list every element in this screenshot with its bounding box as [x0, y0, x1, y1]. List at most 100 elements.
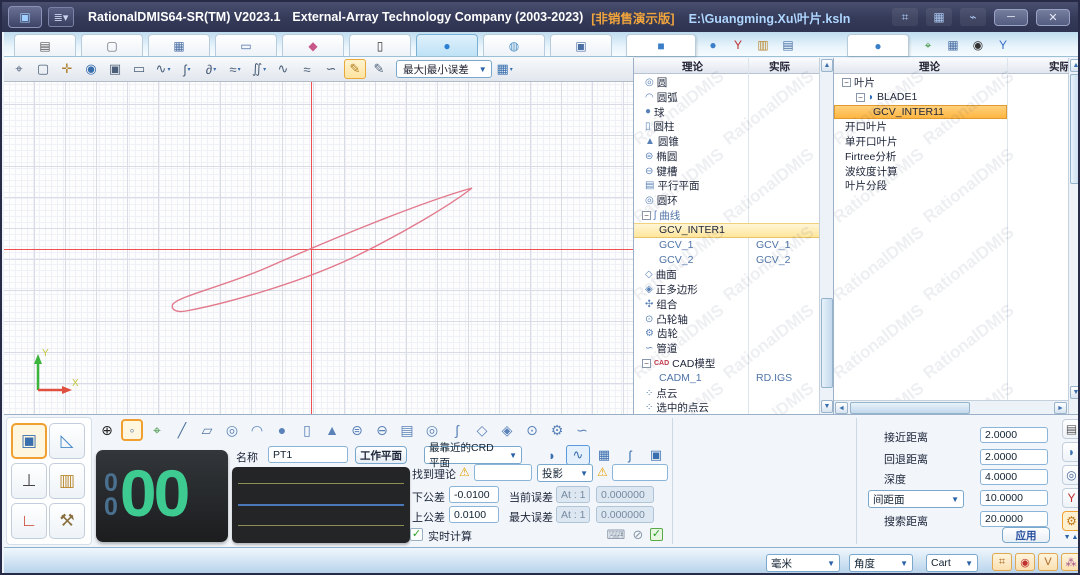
wave-1-icon[interactable]: ∿ — [272, 59, 294, 79]
scroll-left-icon[interactable]: ◄ — [835, 402, 848, 414]
tree-item[interactable]: ◈正多边形 — [634, 282, 819, 297]
polygon-feature-icon[interactable]: ◈ — [496, 419, 518, 441]
slot-feature-icon[interactable]: ⊖ — [371, 419, 393, 441]
tab-sphere-small-icon[interactable]: ● — [701, 34, 725, 56]
plane-feature-icon[interactable]: ▱ — [196, 419, 218, 441]
pen-highlight-icon[interactable]: ✎ — [344, 59, 366, 79]
tree-item-label[interactable]: 圆锥 — [658, 134, 679, 149]
tree-item[interactable]: ◠圆弧 — [634, 90, 819, 105]
scan-closed-icon[interactable]: ∂▾ — [200, 59, 222, 79]
tree-item-label[interactable]: 选中的点云 — [656, 400, 709, 414]
tab-monitor-sphere-icon[interactable]: ▣ — [550, 34, 612, 56]
name-input[interactable]: PT1 — [268, 446, 348, 463]
tree-item-label[interactable]: GCV_1 — [659, 239, 693, 251]
find-input[interactable] — [474, 464, 532, 481]
auto-probe-feature-icon[interactable]: ⊕ — [96, 419, 118, 441]
param-input[interactable]: 4.0000 — [980, 469, 1048, 485]
tree-item-label[interactable]: 单开口叶片 — [845, 134, 898, 149]
collapse-arrows-icon[interactable]: ▼▲ — [1064, 534, 1080, 541]
tree-item[interactable]: ▯圆柱 — [634, 119, 819, 134]
parallel-planes-feature-icon[interactable]: ▤ — [396, 419, 418, 441]
scroll-up-icon[interactable]: ▲ — [1070, 59, 1080, 72]
tree-item[interactable]: −CADCAD模型 — [634, 356, 819, 371]
report-icon[interactable]: ⌨ — [606, 527, 626, 543]
tab-sphere-round-icon[interactable]: ● — [847, 34, 909, 56]
tab-document-icon[interactable]: ▢ — [81, 34, 143, 56]
eye-view-icon[interactable]: ◉ — [80, 59, 102, 79]
dropdown-arrow-icon[interactable]: ▾ — [263, 66, 266, 73]
snap-grid-icon[interactable]: ⌗ — [992, 553, 1012, 571]
blade-panel-icon[interactable]: ▣ — [644, 445, 668, 465]
tree-item-actual[interactable]: RD.IGS — [756, 372, 792, 384]
pen-2-icon[interactable]: ✎ — [368, 59, 390, 79]
line-feature-icon[interactable]: ╱ — [171, 419, 193, 441]
tab-device-icon[interactable]: ▯ — [349, 34, 411, 56]
horizontal-scrollbar[interactable]: ◄► — [834, 400, 1068, 414]
graphics-viewport[interactable]: Y X — [4, 82, 633, 414]
tree-item-label[interactable]: GCV_INTER11 — [873, 106, 944, 118]
scroll-down-icon[interactable]: ▼ — [1070, 386, 1080, 399]
tree-item-label[interactable]: 球 — [654, 105, 665, 120]
tree-item-label[interactable]: 圆柱 — [654, 119, 675, 134]
tree-item[interactable]: −叶片 — [834, 75, 1068, 90]
pan-hand-icon[interactable]: ✛ — [56, 59, 78, 79]
blade-probe-icon[interactable]: ◗ — [540, 445, 564, 465]
expand-toggle-icon[interactable]: − — [642, 359, 651, 368]
tab-printer-icon[interactable]: ▤ — [14, 34, 76, 56]
expand-toggle-icon[interactable]: − — [856, 93, 865, 102]
param-input[interactable]: 2.0000 — [980, 427, 1048, 443]
probe-cube-button[interactable]: ▣ — [11, 423, 47, 459]
curve-probe-icon[interactable]: ʃ — [618, 445, 642, 465]
sphere-feature-icon[interactable]: ● — [271, 419, 293, 441]
projection-dropdown[interactable]: 投影▼ — [537, 464, 593, 482]
torus-feature-icon[interactable]: ◎ — [421, 419, 443, 441]
apply-button[interactable]: 应用 — [1002, 527, 1050, 543]
ellipse-feature-icon[interactable]: ⊜ — [346, 419, 368, 441]
scroll-up-icon[interactable]: ▲ — [821, 59, 833, 72]
grid-table-icon[interactable]: ▦ — [592, 445, 616, 465]
tree-item[interactable]: GCV_INTER11 — [834, 105, 1068, 120]
tree-item-label[interactable]: 键槽 — [656, 164, 677, 179]
tree-item-label[interactable]: 凸轮轴 — [656, 312, 688, 327]
tree-item-actual[interactable]: GCV_2 — [756, 254, 790, 266]
tab-report-table-icon[interactable]: ▦ — [148, 34, 210, 56]
probe-setup-icon[interactable]: ⌁ — [960, 8, 986, 26]
tree-item[interactable]: −◗BLADE1 — [834, 90, 1068, 105]
tab-screen-graph-icon[interactable]: ▤ — [776, 34, 800, 56]
app-icon[interactable]: ▣ — [8, 6, 42, 28]
vertical-scrollbar[interactable]: ▲▼ — [1068, 58, 1080, 414]
tree-item[interactable]: CADM_1RD.IGS — [634, 371, 819, 386]
menu-icon[interactable]: ≣▾ — [48, 7, 74, 27]
tab-camera-icon[interactable]: ◉ — [966, 34, 990, 56]
dropdown-arrow-icon[interactable]: ▾ — [187, 66, 190, 73]
tree-item[interactable]: ⚙齿轮 — [634, 327, 819, 342]
scan-patch-icon[interactable]: ≈▾ — [224, 59, 246, 79]
tree-item[interactable]: ⊜椭圆 — [634, 149, 819, 164]
tree-item[interactable]: 开口叶片 — [834, 119, 1068, 134]
dropdown-arrow-icon[interactable]: ▾ — [510, 66, 513, 73]
error-mode-dropdown[interactable]: 最大|最小误差▼ — [396, 60, 492, 78]
coordinate-axes-button[interactable]: ∟ — [11, 503, 47, 539]
tree-item[interactable]: 波纹度计算 — [834, 164, 1068, 179]
tree-item[interactable]: Firtree分析 — [834, 149, 1068, 164]
tree-item-label[interactable]: 椭圆 — [656, 149, 677, 164]
curve-feature-icon[interactable]: ʃ — [446, 419, 468, 441]
tree-item-label[interactable]: 正多边形 — [656, 282, 698, 297]
tree-item[interactable]: ⁘选中的点云 — [634, 401, 819, 414]
cam-feature-icon[interactable]: ⊙ — [521, 419, 543, 441]
close-button[interactable]: ✕ — [1036, 9, 1070, 26]
tree-item[interactable]: ∽管道 — [634, 341, 819, 356]
tree-item-label[interactable]: CAD模型 — [672, 356, 715, 371]
printer-icon[interactable]: ▤ — [1062, 419, 1080, 439]
tree-item[interactable]: ⊙凸轮轴 — [634, 312, 819, 327]
machine-wrench-button[interactable]: ⚒ — [49, 503, 85, 539]
tree-item[interactable]: ▲圆锥 — [634, 134, 819, 149]
actual-column-header[interactable]: 实际 — [1049, 59, 1070, 74]
upper-tol-input[interactable]: 0.0100 — [449, 506, 499, 523]
blade-cube-icon[interactable]: ◗ — [1062, 442, 1080, 462]
tab-crate-icon[interactable]: ▥ — [751, 34, 775, 56]
scrollbar-thumb[interactable] — [850, 402, 970, 414]
protractor-button[interactable]: ◺ — [49, 423, 85, 459]
tree-item[interactable]: ⊖键槽 — [634, 164, 819, 179]
tree-item-label[interactable]: 组合 — [656, 297, 677, 312]
